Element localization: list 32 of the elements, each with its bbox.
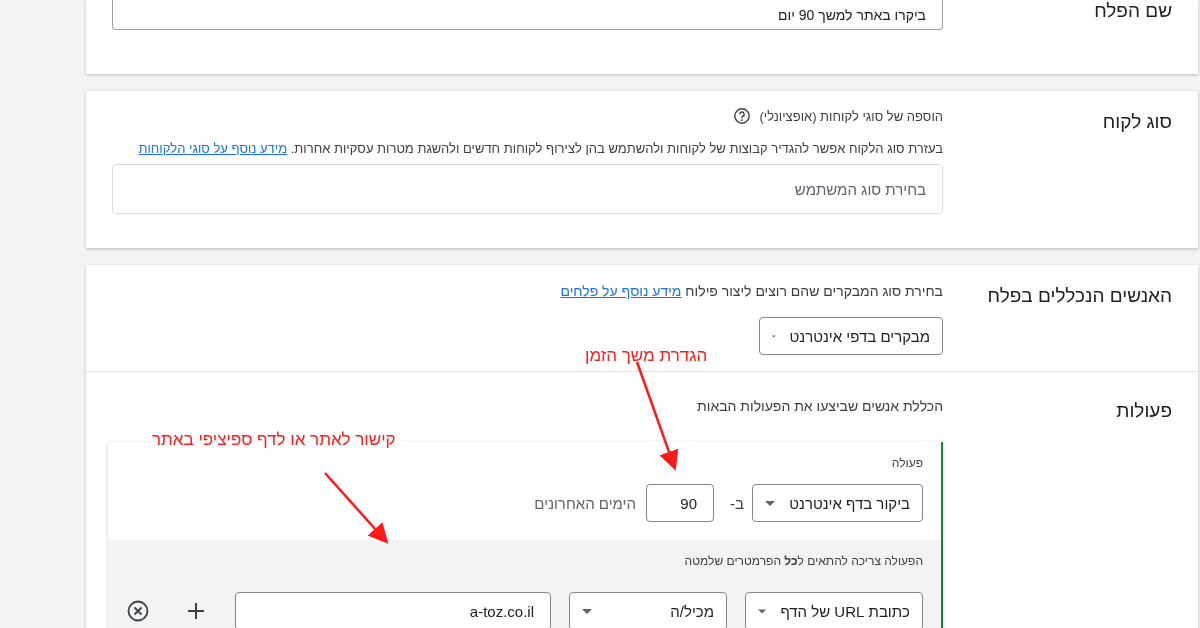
annotation-text: הגדרת משך הזמן xyxy=(585,346,708,366)
annotation-text: קישור לאתר או לדף ספיציפי באתר xyxy=(152,430,396,450)
customer-type-select[interactable]: בחירת סוג המשתמש xyxy=(112,164,943,214)
description-text: הכללת אנשים שביצעו את הפעולות הבאות xyxy=(696,398,943,414)
caret-icon xyxy=(582,608,592,614)
parameter-dropdown[interactable]: כתובת URL של הדף xyxy=(745,592,923,628)
learn-more-link[interactable]: מידע נוסף על סוגי הלקוחות xyxy=(138,141,288,156)
description-text: בעזרת סוג הלקוח אפשר להגדיר קבוצות של לקוחות ולהשתמש בהן לצירוף לקוחות חדשים ולהשגת מטרות עסקיות אחרות. מידע נוסף על סוגי הלקוחות xyxy=(137,141,943,156)
remove-icon[interactable] xyxy=(127,600,149,622)
field-label: פעולה xyxy=(890,456,923,470)
rule-note: הפעולה צריכה להתאים לכל הפרמטרים שלמטה xyxy=(683,554,923,568)
field-label: הימים האחרונים xyxy=(534,494,637,512)
action-dropdown[interactable]: ביקור בדף אינטרנט xyxy=(752,484,923,522)
field-label: סוג לקוח xyxy=(1101,110,1173,134)
operator-dropdown[interactable]: מכיל/ה xyxy=(569,592,727,628)
section-heading: הוספה של סוגי לקוחות (אופציונלי) xyxy=(759,108,943,124)
annotation-arrow xyxy=(324,472,389,544)
field-label: פעולות xyxy=(1115,399,1173,423)
add-icon[interactable] xyxy=(185,600,207,622)
field-label: ב- xyxy=(730,494,744,512)
learn-more-link[interactable]: מידע נוסף על פלחים xyxy=(560,283,682,299)
visitor-type-dropdown[interactable]: מבקרים בדפי אינטרנט xyxy=(759,317,943,355)
description-text: בחירת סוג המבקרים שהם רוצים ליצור פילוח מידע נוסף על פלחים xyxy=(559,283,943,299)
caret-icon xyxy=(758,608,767,614)
days-input[interactable]: 90 xyxy=(646,484,715,522)
segment-name-field[interactable]: ביקרו באתר למשך 90 יום xyxy=(112,0,943,30)
field-label: האנשים הנכללים בפלח xyxy=(986,284,1173,308)
caret-icon xyxy=(765,500,775,506)
caret-icon xyxy=(772,333,776,339)
help-icon[interactable] xyxy=(733,107,752,125)
url-input[interactable]: a-toz.co.il xyxy=(235,592,551,628)
field-label: שם הפלח xyxy=(1093,0,1173,23)
